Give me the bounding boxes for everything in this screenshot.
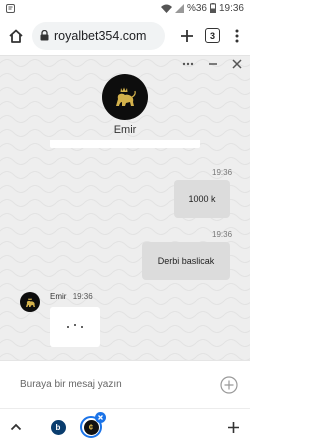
minimize-icon[interactable] — [208, 59, 218, 69]
url-text[interactable]: royalbet354.com — [54, 29, 146, 43]
clock: 19:36 — [218, 2, 244, 14]
message-time: 19:36 — [212, 168, 233, 177]
tab-count-button[interactable]: 3 — [205, 28, 220, 43]
battery-percent: %36 — [186, 2, 207, 14]
tab-b-logo: b — [50, 419, 66, 435]
browser-toolbar: royalbet354.com 3 — [0, 16, 250, 56]
close-badge-icon[interactable] — [95, 412, 106, 423]
message-composer — [0, 360, 250, 408]
agent-header: Emir — [0, 74, 250, 136]
battery-icon — [209, 3, 216, 13]
agent-avatar-small — [20, 292, 40, 312]
add-icon[interactable] — [227, 421, 240, 434]
address-bar[interactable]: royalbet354.com — [32, 21, 165, 50]
home-icon[interactable] — [8, 28, 24, 44]
more-horiz-icon[interactable] — [182, 62, 194, 66]
tab-count-value: 3 — [209, 30, 215, 41]
signal-icon — [174, 3, 184, 13]
tab-bet-icon[interactable]: ¢ — [80, 412, 106, 438]
chat-controls — [182, 56, 242, 72]
typing-dot — [81, 326, 83, 328]
typing-dot — [67, 326, 69, 328]
typing-dot — [74, 324, 76, 326]
lion-logo-icon — [25, 297, 35, 307]
message-text: Derbi baslicak — [157, 256, 215, 266]
status-bar: %36 19:36 — [0, 0, 250, 16]
agent-meta: Emir 19:36 — [50, 292, 93, 301]
bottom-toolbar: b ¢ — [0, 408, 250, 445]
add-tab-icon[interactable] — [179, 28, 195, 44]
wifi-icon — [160, 4, 172, 13]
status-left — [6, 3, 15, 13]
notification-icon — [6, 3, 15, 13]
tab-switcher: b ¢ — [48, 412, 106, 438]
agent-typing-time: 19:36 — [72, 292, 93, 301]
message-bubble-outgoing: 1000 k — [174, 180, 230, 218]
message-bubble-outgoing: Derbi baslicak — [142, 242, 230, 280]
tab-b-icon[interactable]: b — [48, 417, 68, 437]
chat-panel: Emir 19:36 1000 k 19:36 Derbi baslicak E… — [0, 56, 250, 360]
close-icon[interactable] — [232, 59, 242, 69]
chevron-up-icon[interactable] — [10, 422, 22, 432]
status-right: %36 19:36 — [160, 2, 244, 14]
add-circle-icon[interactable] — [220, 375, 238, 394]
agent-name: Emir — [113, 124, 137, 136]
agent-typing-name: Emir — [50, 292, 67, 301]
info-card — [50, 140, 200, 148]
agent-avatar — [102, 74, 148, 120]
typing-indicator — [50, 307, 100, 347]
more-vert-icon[interactable] — [232, 28, 242, 44]
lock-icon[interactable] — [40, 30, 49, 41]
lion-logo-icon — [116, 87, 136, 106]
message-input[interactable] — [20, 379, 220, 390]
message-text: 1000 k — [188, 194, 216, 204]
message-time: 19:36 — [212, 230, 233, 239]
